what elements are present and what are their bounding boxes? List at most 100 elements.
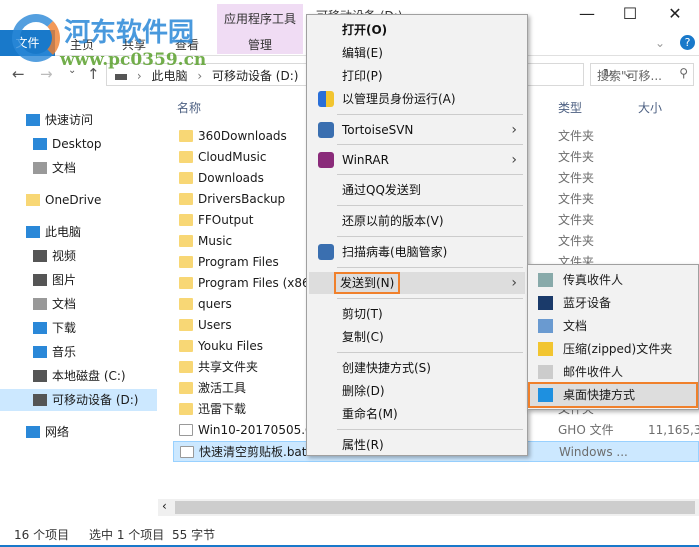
forward-icon[interactable]: → [40,65,53,83]
menu-item[interactable]: 以管理员身份运行(A) [309,88,525,110]
send-to-label: 蓝牙设备 [563,296,612,310]
menu-item[interactable]: 发送到(N) › [309,272,525,294]
menu-item[interactable]: 剪切(T) [309,303,525,325]
folder-icon [179,130,193,142]
menu-item[interactable]: 删除(D) [309,380,525,402]
shield-icon [318,91,334,107]
menu-item[interactable]: 打开(O) [309,19,525,41]
up-icon[interactable]: ↑ [87,65,100,83]
menu-item-label: 以管理员身份运行(A) [342,92,456,106]
folder-icon [179,256,193,268]
sidebar-item-label: 下载 [52,321,77,335]
file-type: 文件夹 [558,213,595,227]
sidebar-item[interactable]: 下载 [0,317,157,339]
star-icon [26,114,40,126]
tab-share[interactable]: 共享 [122,36,146,53]
menu-separator [337,114,523,115]
minimize-button[interactable]: — [572,4,602,26]
menu-item[interactable]: TortoiseSVN › [309,119,525,141]
help-icon[interactable]: ? [680,35,695,50]
sidebar-item-label: 此电脑 [45,225,82,239]
sidebar-item-label: 图片 [52,273,77,287]
sidebar-item-label: 本地磁盘 (C:) [52,369,126,383]
recent-chevron-icon[interactable]: ⌄ [68,65,76,76]
send-to-item[interactable]: 蓝牙设备 [530,292,696,314]
picture-icon [33,274,47,286]
close-button[interactable]: ✕ [660,4,690,26]
file-icon [180,446,194,458]
column-size[interactable]: 大小 [638,99,662,116]
sidebar-item[interactable]: 文档 [0,157,157,179]
file-name: Music [198,234,233,248]
sidebar-item[interactable]: 图片 [0,269,157,291]
scroll-left-icon[interactable]: ‹ [162,499,167,513]
sidebar-item[interactable]: 此电脑 [0,221,157,243]
breadcrumb-this-pc[interactable]: 此电脑 [151,69,187,83]
scrollbar-thumb[interactable] [175,501,695,514]
tab-home[interactable]: 主页 [70,36,94,53]
menu-item[interactable]: 编辑(E) [309,42,525,64]
horizontal-scrollbar[interactable]: ‹ [158,499,699,516]
app-tools-label: 应用程序工具 [223,12,296,26]
sidebar-item-label: 音乐 [52,345,77,359]
sidebar-item-label: Desktop [52,137,102,151]
sidebar-item[interactable]: Desktop [0,133,157,155]
maximize-button[interactable]: ☐ [615,4,645,26]
column-type[interactable]: 类型 [558,99,582,116]
sidebar-item[interactable]: 文档 [0,293,157,315]
breadcrumb-drive[interactable]: 可移动设备 (D:) [212,69,298,83]
file-name: FFOutput [198,213,254,227]
send-to-item[interactable]: 文档 [530,315,696,337]
sidebar-item[interactable]: 快速访问 [0,109,157,131]
file-name: quers [198,297,232,311]
file-name: Downloads [198,171,264,185]
file-type: 文件夹 [558,129,595,143]
tab-file[interactable]: 文件 [0,30,55,56]
menu-separator [337,352,523,353]
desktop-shortcut-icon [538,388,553,402]
sidebar-item-label: 文档 [52,161,77,175]
menu-item[interactable]: 属性(R) [309,434,525,456]
send-to-item[interactable]: 桌面快捷方式 [528,382,698,408]
folder-icon [179,403,193,415]
sidebar-item[interactable]: 本地磁盘 (C:) [0,365,157,387]
send-to-label: 桌面快捷方式 [563,388,636,402]
menu-separator [337,429,523,430]
tab-view[interactable]: 查看 [175,36,199,53]
sidebar-item-label: OneDrive [45,193,102,207]
menu-separator [337,236,523,237]
chevron-right-icon: › [511,152,517,168]
menu-item[interactable]: 扫描病毒(电脑管家) [309,241,525,263]
sidebar-item[interactable]: OneDrive [0,189,157,211]
menu-item[interactable]: 还原以前的版本(V) [309,210,525,232]
menu-item-label: 编辑(E) [342,46,383,60]
menu-item[interactable]: 创建快捷方式(S) [309,357,525,379]
sidebar-item[interactable]: 视频 [0,245,157,267]
search-input[interactable]: 搜索"可移... ⚲ [590,63,694,86]
selected-count: 选中 1 个项目 [89,528,165,542]
folder-icon [179,151,193,163]
send-to-item[interactable]: 邮件收件人 [530,361,696,383]
sidebar-item-label: 文档 [52,297,77,311]
send-to-item[interactable]: 传真收件人 [530,269,696,291]
expand-ribbon-icon[interactable]: ⌄ [655,36,665,50]
menu-item-label: 发送到(N) [333,272,401,294]
menu-item[interactable]: 通过QQ发送到 [309,179,525,201]
back-icon[interactable]: ← [12,65,25,83]
menu-item[interactable]: 打印(P) [309,65,525,87]
send-to-item[interactable]: 压缩(zipped)文件夹 [530,338,696,360]
menu-item-label: 打印(P) [342,69,383,83]
menu-item[interactable]: WinRAR › [309,149,525,171]
folder-icon [179,298,193,310]
folder-icon [179,214,193,226]
menu-item[interactable]: 重命名(M) [309,403,525,425]
sidebar-item[interactable]: 音乐 [0,341,157,363]
sidebar-item[interactable]: 可移动设备 (D:) [0,389,157,411]
sidebar-item[interactable]: 网络 [0,421,157,443]
column-name[interactable]: 名称 [177,99,201,116]
menu-item[interactable]: 复制(C) [309,326,525,348]
antivirus-icon [318,244,334,260]
sidebar-item-label: 网络 [45,425,70,439]
folder-icon [179,235,193,247]
music-icon [33,346,47,358]
